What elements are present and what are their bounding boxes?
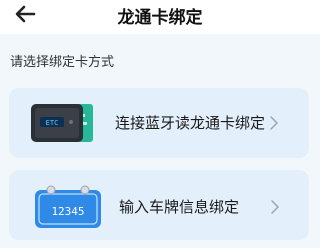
- plate-text: 12345: [51, 205, 84, 218]
- card-reader-icon: ETC: [31, 104, 93, 142]
- chevron-right-icon: [270, 116, 278, 130]
- top-bar: 龙通卡绑定: [0, 0, 320, 34]
- section-label: 请选择绑定卡方式: [10, 55, 115, 70]
- chevron-right-icon: [271, 200, 279, 214]
- option-bluetooth-label: 连接蓝牙读龙通卡绑定: [115, 114, 266, 132]
- reader-screen-text: ETC: [46, 119, 59, 127]
- option-plate-label: 输入车牌信息绑定: [119, 198, 240, 216]
- page-title: 龙通卡绑定: [117, 8, 203, 28]
- license-plate-icon: 12345: [35, 185, 101, 228]
- option-bluetooth-card[interactable]: ETC 连接蓝牙读龙通卡绑定: [9, 88, 309, 158]
- option-plate-card[interactable]: 12345 输入车牌信息绑定: [9, 170, 309, 240]
